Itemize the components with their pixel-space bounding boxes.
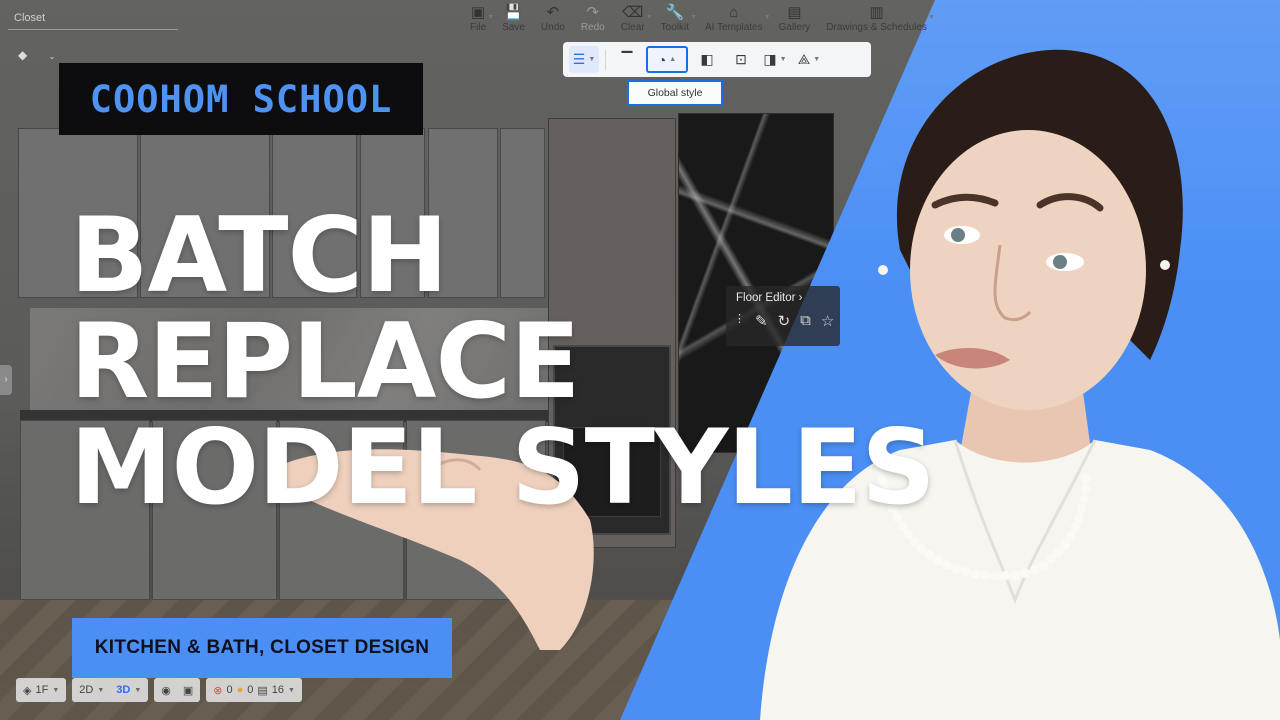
eraser-icon: ⌫ xyxy=(622,4,644,21)
batch-icon: ◨ xyxy=(763,51,777,67)
frame-select-icon: ⊡ xyxy=(735,51,747,67)
eye-icon[interactable]: ◉ xyxy=(161,684,171,697)
headline-line-3: MODEL STYLES xyxy=(70,408,936,528)
project-name-field[interactable]: Closet xyxy=(8,8,178,30)
warning-count: 0 xyxy=(247,684,254,696)
palette-icon: ◔ xyxy=(657,51,667,68)
menu-label: Toolkit xyxy=(660,22,689,33)
layers-icon: ◈ xyxy=(23,684,32,697)
menu-undo[interactable]: ↶ Undo xyxy=(533,0,573,33)
menu-label: Drawings & Schedules xyxy=(826,22,927,33)
wrench-icon: 🔧 xyxy=(665,4,685,21)
chevron-down-icon: ▼ xyxy=(763,14,771,21)
chevron-down-icon: ▼ xyxy=(645,14,653,21)
menu-label: AI Templates xyxy=(705,22,763,33)
menu-gallery[interactable]: ▤ Gallery xyxy=(771,0,819,33)
brand-badge: COOHOM SCHOOL xyxy=(59,63,423,135)
menu-label: File xyxy=(470,22,487,33)
batch-replace-button[interactable]: ◨ ▼ xyxy=(760,46,790,73)
material-icon: ◧ xyxy=(700,51,714,67)
align-tool-button[interactable]: ⟁ ▼ xyxy=(794,46,824,73)
menu-label: Redo xyxy=(580,22,605,33)
file-icon: ▣ xyxy=(470,4,486,21)
align-icon: ⟁ xyxy=(797,51,811,67)
warning-icon: ● xyxy=(236,684,244,696)
chevron-down-icon: ⌄ xyxy=(48,52,56,61)
headline-line-2: REPLACE xyxy=(70,302,580,422)
global-style-button[interactable]: ◔ ▲ xyxy=(646,46,688,73)
list-icon: ☰ xyxy=(572,51,586,67)
chevron-down-icon: ▼ xyxy=(927,14,935,21)
side-panel-toggle[interactable]: › xyxy=(0,365,12,395)
material-replace-button[interactable]: ◧ xyxy=(692,46,722,73)
chevron-down-icon: ▼ xyxy=(813,56,821,63)
menu-file[interactable]: ▣ File ▼ xyxy=(462,0,494,33)
menu-ai-templates[interactable]: ⌂ AI Templates ▼ xyxy=(697,0,771,33)
view-mode-switch[interactable]: 2D ▼ 3D ▼ xyxy=(72,678,149,702)
menu-redo[interactable]: ↷ Redo xyxy=(573,0,613,33)
menu-save[interactable]: 💾 Save xyxy=(494,0,533,33)
paint-roller-button[interactable]: ▔ xyxy=(612,46,642,73)
cube-icon[interactable]: ▣ xyxy=(183,684,193,697)
chevron-down-icon: ▼ xyxy=(487,14,495,21)
undo-icon: ↶ xyxy=(546,4,560,21)
headline: BATCH REPLACE MODEL STYLES xyxy=(70,196,936,528)
subtitle-banner: KITCHEN & BATH, CLOSET DESIGN xyxy=(72,618,452,678)
floor-selector[interactable]: ◈ 1F ▼ xyxy=(16,678,67,702)
headline-line-1: BATCH xyxy=(70,196,448,316)
paint-roller-icon: ▔ xyxy=(621,51,633,67)
item-count: 16 xyxy=(271,684,285,696)
select-frame-button[interactable]: ⊡ xyxy=(726,46,756,73)
issue-counters[interactable]: ⊗ 0 ● 0 ▤ 16 ▼ xyxy=(206,678,302,702)
gallery-icon: ▤ xyxy=(787,4,802,21)
view-3d-button[interactable]: 3D xyxy=(116,684,130,696)
global-style-tooltip: Global style xyxy=(627,80,723,106)
toolbar-divider xyxy=(605,49,606,70)
chevron-down-icon: ▼ xyxy=(690,14,697,21)
ai-house-icon: ⌂ xyxy=(729,4,739,21)
error-count: 0 xyxy=(226,684,233,696)
menu-toolkit[interactable]: 🔧 Toolkit ▼ xyxy=(653,0,697,33)
menu-clear[interactable]: ⌫ Clear ▼ xyxy=(613,0,653,33)
menu-label: Undo xyxy=(540,22,565,33)
chevron-up-icon: ▲ xyxy=(669,56,677,63)
drawings-icon: ▥ xyxy=(869,4,884,21)
redo-icon: ↷ xyxy=(586,4,600,21)
tag-icon: ◆ xyxy=(18,48,28,62)
save-icon: 💾 xyxy=(504,4,523,21)
chevron-down-icon: ▼ xyxy=(779,56,787,63)
menu-label: Gallery xyxy=(778,22,811,33)
view-2d-button[interactable]: 2D xyxy=(79,684,93,696)
menu-drawings-schedules[interactable]: ▥ Drawings & Schedules ▼ xyxy=(818,0,935,33)
chevron-down-icon: ▼ xyxy=(588,56,596,63)
floating-toolbar: ☰ ▼ ▔ ◔ ▲ ◧ ⊡ ◨ ▼ ⟁ ▼ xyxy=(563,42,871,77)
bottom-status-bar: ◈ 1F ▼ 2D ▼ 3D ▼ ◉ ▣ ⊗ 0 ● 0 ▤ 16 ▼ xyxy=(16,678,302,702)
top-menu-bar: ▣ File ▼ 💾 Save ↶ Undo ↷ Redo ⌫ Clear ▼ 🔧 Toolkit ▼ ⌂ AI… xyxy=(462,0,935,40)
menu-label: Save xyxy=(502,22,525,33)
error-icon: ⊗ xyxy=(213,684,223,697)
list-tool-button[interactable]: ☰ ▼ xyxy=(569,46,599,73)
document-icon: ▤ xyxy=(257,684,268,697)
menu-label: Clear xyxy=(620,22,645,33)
display-toggles[interactable]: ◉ ▣ xyxy=(154,678,201,702)
